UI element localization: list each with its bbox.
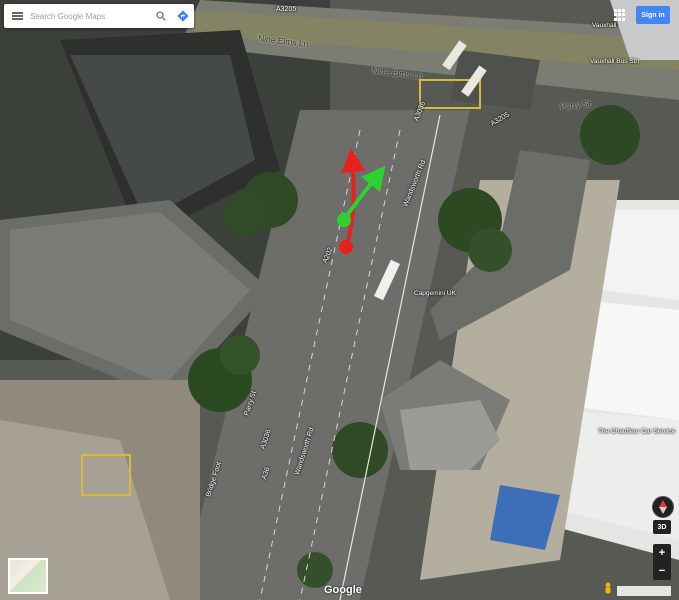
hamburger-menu-icon[interactable]: [4, 4, 30, 28]
pegman-icon[interactable]: [603, 582, 613, 596]
satellite-map[interactable]: Nine Elms Ln Nine Elms Ln Parry St A3205…: [0, 0, 679, 600]
red-route-arrow: [341, 148, 366, 248]
footer-attribution-bar: [617, 586, 671, 596]
poi-vauxhall-bus[interactable]: Vauxhall Bus Stn: [590, 58, 639, 65]
green-marker-dot: [337, 213, 351, 227]
compass-icon[interactable]: [652, 496, 674, 518]
zoom-in-button[interactable]: +: [653, 544, 671, 562]
zoom-out-button[interactable]: −: [653, 562, 671, 580]
poi-capgemini[interactable]: Capgemini UK: [414, 290, 456, 297]
annotation-overlay: [337, 148, 386, 254]
search-icon[interactable]: [150, 4, 172, 28]
google-logo: Google: [324, 584, 362, 596]
search-input[interactable]: [30, 11, 150, 21]
3d-toggle-button[interactable]: 3D: [653, 520, 671, 534]
poi-vauxhall[interactable]: Vauxhall: [592, 22, 616, 29]
road-label-a3205: A3205: [276, 6, 297, 13]
map-layer-toggle[interactable]: [8, 558, 48, 594]
red-marker-dot: [339, 240, 353, 254]
poi-chauffeur[interactable]: The Chauffeur Car Service: [598, 428, 675, 435]
zoom-control: + −: [653, 544, 671, 580]
search-box: [4, 4, 194, 28]
directions-icon[interactable]: [172, 4, 194, 28]
green-route-arrow: [342, 165, 386, 222]
sign-in-button[interactable]: Sign in: [636, 6, 670, 24]
apps-grid-icon[interactable]: [614, 9, 626, 21]
